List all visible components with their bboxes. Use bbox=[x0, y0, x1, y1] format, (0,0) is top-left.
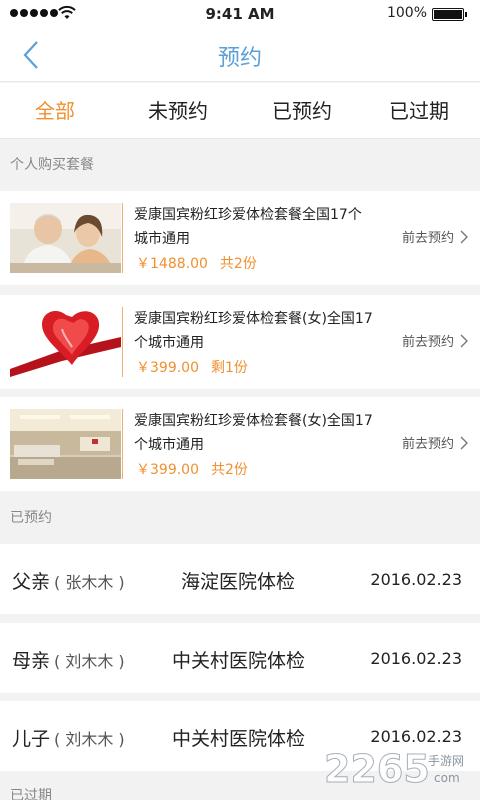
booked-date: 2016.02.23 bbox=[370, 649, 462, 668]
booked-person: 儿子( 刘木木 ) bbox=[12, 724, 125, 751]
package-quantity: 剩1份 bbox=[211, 360, 248, 376]
watermark-domain: com bbox=[434, 771, 460, 785]
booked-person: 母亲( 刘木木 ) bbox=[12, 646, 125, 673]
package-price: ￥399.00 bbox=[136, 360, 199, 376]
person-name: ( 张木木 ) bbox=[54, 573, 125, 592]
chevron-right-icon bbox=[460, 436, 468, 449]
package-item[interactable]: 爱康国宾粉红珍爱体检套餐全国17个城市通用 ￥1488.00 共2份 前去预约 bbox=[0, 191, 480, 285]
elderly-couple-photo bbox=[10, 203, 121, 273]
package-name: 爱康国宾粉红珍爱体检套餐全国17个城市通用 bbox=[134, 207, 362, 247]
package-quantity: 共2份 bbox=[211, 462, 248, 478]
package-item[interactable]: 爱康国宾粉红珍爱体检套餐(女)全国17个城市通用 ￥399.00 剩1份 前去预约 bbox=[0, 295, 480, 389]
relation: 父亲 bbox=[12, 571, 51, 593]
relation: 母亲 bbox=[12, 650, 51, 672]
thumb-divider bbox=[122, 203, 123, 273]
battery-percent: 100% bbox=[386, 5, 427, 21]
booked-item[interactable]: 母亲( 刘木木 ) 中关村医院体检 2016.02.23 bbox=[0, 623, 480, 693]
go-book-label: 前去预约 bbox=[401, 335, 454, 350]
package-price: ￥1488.00 bbox=[136, 256, 208, 272]
package-name: 爱康国宾粉红珍爱体检套餐(女)全国17个城市通用 bbox=[134, 311, 373, 351]
package-price-line: ￥399.00 剩1份 bbox=[136, 357, 248, 377]
clinic-lobby-photo bbox=[10, 409, 121, 479]
chevron-right-icon bbox=[460, 334, 468, 347]
booked-item[interactable]: 父亲( 张木木 ) 海淀医院体检 2016.02.23 bbox=[0, 544, 480, 614]
package-name: 爱康国宾粉红珍爱体检套餐(女)全国17个城市通用 bbox=[134, 413, 373, 453]
filter-tabs: 全部 未预约 已预约 已过期 bbox=[0, 83, 480, 139]
booked-person: 父亲( 张木木 ) bbox=[12, 567, 125, 594]
page-title: 预约 bbox=[217, 46, 262, 71]
package-item[interactable]: 爱康国宾粉红珍爱体检套餐(女)全国17个城市通用 ￥399.00 共2份 前去预约 bbox=[0, 397, 480, 491]
hospital-name: 中关村医院体检 bbox=[172, 728, 306, 750]
package-price-line: ￥1488.00 共2份 bbox=[136, 253, 257, 273]
thumb-divider bbox=[122, 307, 123, 377]
go-book-button[interactable]: 前去预约 bbox=[402, 227, 468, 246]
tab-all[interactable]: 全部 bbox=[0, 83, 110, 138]
section-header-booked: 已预约 bbox=[0, 496, 480, 540]
tab-unbooked[interactable]: 未预约 bbox=[110, 83, 246, 138]
person-name: ( 刘木木 ) bbox=[54, 652, 125, 671]
go-book-label: 前去预约 bbox=[401, 437, 454, 452]
tab-booked[interactable]: 已预约 bbox=[246, 83, 358, 138]
hospital-name: 海淀医院体检 bbox=[181, 571, 296, 593]
hospital-name: 中关村医院体检 bbox=[172, 650, 306, 672]
watermark-number: 2265 bbox=[324, 747, 430, 791]
go-book-label: 前去预约 bbox=[401, 231, 454, 246]
booked-date: 2016.02.23 bbox=[370, 570, 462, 589]
red-heart-ribbon-image bbox=[10, 307, 121, 377]
thumb-divider bbox=[122, 409, 123, 479]
battery-icon bbox=[432, 8, 467, 21]
nav-bar: 预约 bbox=[0, 28, 480, 82]
package-quantity: 共2份 bbox=[219, 256, 257, 272]
person-name: ( 刘木木 ) bbox=[54, 730, 125, 749]
chevron-right-icon bbox=[460, 230, 468, 243]
section-header-personal: 个人购买套餐 bbox=[0, 143, 480, 187]
site-watermark-logo: 2265 手游网 com bbox=[324, 747, 464, 792]
tab-expired[interactable]: 已过期 bbox=[358, 83, 480, 138]
status-bar: 9:41 AM 100% bbox=[0, 0, 480, 28]
watermark-label: 手游网 bbox=[428, 754, 464, 768]
package-price-line: ￥399.00 共2份 bbox=[136, 459, 248, 479]
package-price: ￥399.00 bbox=[136, 462, 199, 478]
go-book-button[interactable]: 前去预约 bbox=[402, 331, 468, 350]
relation: 儿子 bbox=[12, 728, 51, 750]
go-book-button[interactable]: 前去预约 bbox=[402, 433, 468, 452]
